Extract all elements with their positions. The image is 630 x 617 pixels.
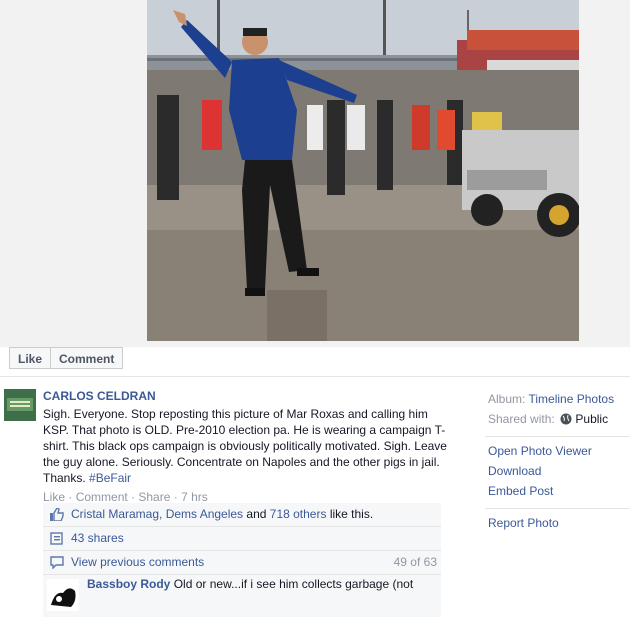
album-label: Album: <box>488 392 526 406</box>
post-meta: Like · Comment · Share · 7 hrs <box>43 490 453 504</box>
shared-with-label: Shared with: <box>488 412 555 426</box>
meta-sep: · <box>127 490 139 504</box>
meta-comment-link[interactable]: Comment <box>76 490 128 504</box>
comments-count: 49 of 63 <box>393 555 437 569</box>
shares-link[interactable]: 43 shares <box>71 531 124 545</box>
comment-item: Bassboy Rody Old or new...if i see him c… <box>43 575 441 617</box>
likes-others-link[interactable]: 718 others <box>270 507 327 521</box>
photo-actions: Like Comment <box>9 347 124 369</box>
photo-scene <box>147 0 579 341</box>
post-photo[interactable] <box>147 0 579 341</box>
meta-like-link[interactable]: Like <box>43 490 65 504</box>
open-photo-viewer-link[interactable]: Open Photo Viewer <box>488 441 630 461</box>
comment-text: Old or new...if i see him collects garba… <box>173 577 414 591</box>
globe-icon <box>560 413 572 425</box>
likes-and: and <box>243 507 270 521</box>
likes-suffix: like this. <box>326 507 374 521</box>
album-link[interactable]: Timeline Photos <box>528 392 614 406</box>
comment-bubble-icon <box>50 556 64 569</box>
share-icon <box>50 532 63 545</box>
sidebar-divider <box>485 508 630 509</box>
avatar-logo-icon <box>4 389 36 421</box>
sidebar-divider <box>485 436 630 437</box>
comment-button[interactable]: Comment <box>51 347 124 369</box>
meta-share-link[interactable]: Share <box>138 490 170 504</box>
meta-sep: · <box>65 490 76 504</box>
report-photo-link[interactable]: Report Photo <box>488 513 630 533</box>
post-timestamp[interactable]: 7 hrs <box>181 490 208 504</box>
thumbs-up-icon <box>50 508 64 521</box>
post-body: CARLOS CELDRAN Sigh. Everyone. Stop repo… <box>43 389 453 504</box>
author-avatar[interactable] <box>4 389 36 421</box>
avatar-image <box>47 579 79 611</box>
commenter-name[interactable]: Bassboy Rody <box>87 577 170 591</box>
album-line: Album: Timeline Photos <box>488 389 630 409</box>
photo-sidebar: Album: Timeline Photos Shared with: Publ… <box>485 389 630 533</box>
previous-comments-row: View previous comments 49 of 63 <box>43 551 441 575</box>
likes-row: Cristal Maramag, Dems Angeles and 718 ot… <box>43 503 441 527</box>
view-previous-comments-link[interactable]: View previous comments <box>71 555 204 569</box>
embed-post-link[interactable]: Embed Post <box>488 481 630 501</box>
divider <box>0 376 630 377</box>
privacy-value[interactable]: Public <box>575 412 608 426</box>
privacy-line: Shared with: Public <box>488 409 630 429</box>
likers-names[interactable]: Cristal Maramag, Dems Angeles <box>71 507 243 521</box>
meta-sep: · <box>170 490 182 504</box>
commenter-avatar[interactable] <box>47 579 79 611</box>
like-button[interactable]: Like <box>9 347 52 369</box>
download-link[interactable]: Download <box>488 461 630 481</box>
post-text: Sigh. Everyone. Stop reposting this pict… <box>43 406 453 486</box>
hashtag-link[interactable]: #BeFair <box>89 471 131 485</box>
shares-row: 43 shares <box>43 527 441 551</box>
photo-stage <box>0 0 630 347</box>
post-author[interactable]: CARLOS CELDRAN <box>43 389 453 403</box>
